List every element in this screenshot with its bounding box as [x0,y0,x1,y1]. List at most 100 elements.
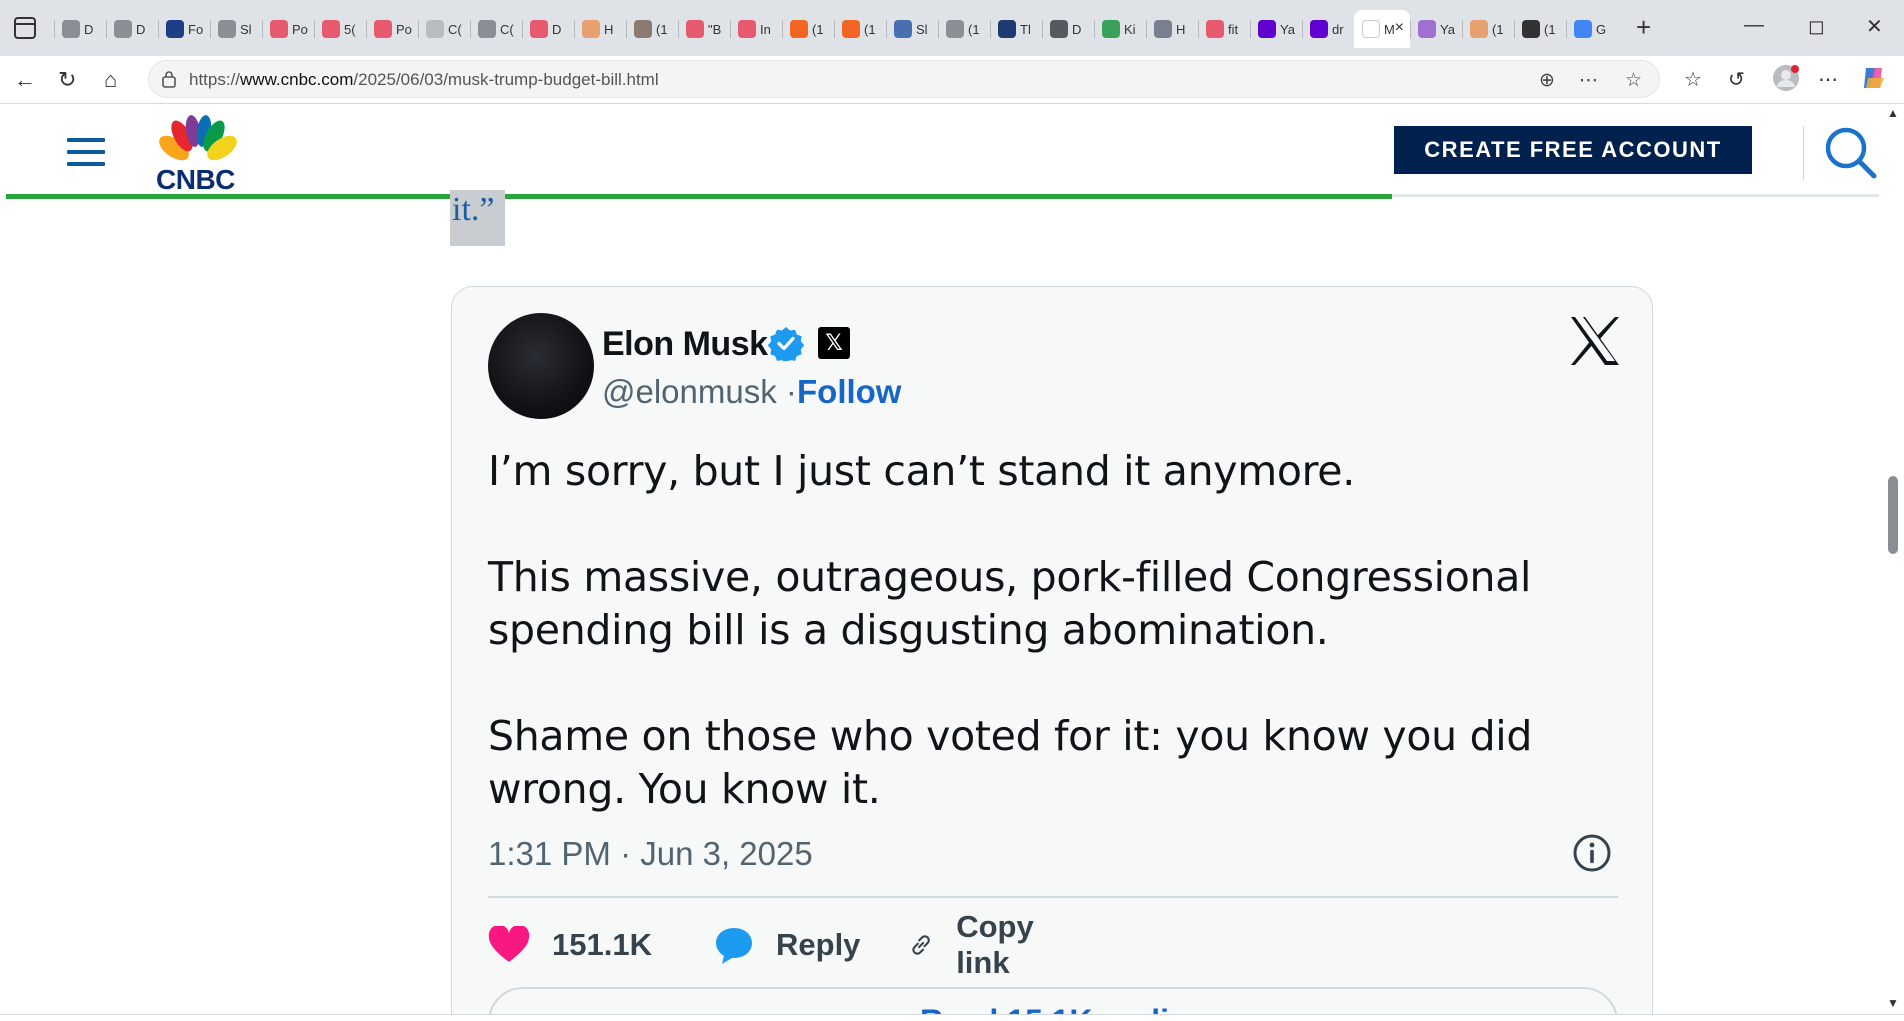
like-button[interactable]: 151.1K [488,915,652,975]
browser-tab[interactable]: D [54,10,106,48]
page-icon [582,20,600,38]
cnbc-logo[interactable]: CNBC [152,114,244,195]
scroll-down-arrow-icon[interactable]: ▼ [1887,996,1899,1010]
reply-button[interactable]: Reply [714,915,860,975]
browser-tab-label: C( [448,21,462,37]
reply-bubble-icon [716,928,752,964]
browser-tab-label: (1 [968,21,980,37]
browser-tab[interactable]: D [522,10,574,48]
substack-icon [790,20,808,38]
google-icon [1574,20,1592,38]
avatar[interactable] [488,313,594,419]
browser-tab-label: Ya [1280,21,1295,37]
fp-icon [1522,20,1540,38]
globe-icon [478,20,496,38]
browser-tab[interactable]: fit [1198,10,1250,48]
tweet-timestamp[interactable]: 1:31 PM · Jun 3, 2025 [488,835,813,873]
url-text[interactable]: https://www.cnbc.com/2025/06/03/musk-tru… [189,70,659,90]
profile-avatar[interactable] [1772,64,1800,98]
scroll-up-arrow-icon[interactable]: ▲ [1887,106,1899,120]
browser-tab[interactable]: Ya [1410,10,1462,48]
browser-tab-label: In [760,21,771,37]
browser-tab[interactable]: dr [1302,10,1354,48]
browser-tab[interactable]: Po [366,10,418,48]
globe-icon [218,20,236,38]
menu-icon[interactable] [67,138,105,166]
tab-actions-menu-icon[interactable] [14,17,36,39]
refresh-icon[interactable]: ↻ [58,68,76,92]
close-tab-icon[interactable]: × [1395,19,1404,37]
article-quote-fragment: it.” [450,190,505,246]
address-bar[interactable]: https://www.cnbc.com/2025/06/03/musk-tru… [148,60,1660,98]
browser-tab[interactable]: C( [418,10,470,48]
browser-tab[interactable]: "B [678,10,730,48]
browser-tab-label: D [84,21,94,37]
browser-tab-label: Po [396,21,412,37]
browser-tab-label: 5( [344,21,356,37]
zoom-icon[interactable]: ⊕ [1539,69,1555,92]
author-handle[interactable]: @elonmusk · [602,373,797,411]
browser-tab[interactable]: Sl [210,10,262,48]
x-affiliate-badge-icon: 𝕏 [818,327,850,359]
browser-tab[interactable]: D [106,10,158,48]
youtube-icon [270,20,288,38]
copy-link-button[interactable]: Copy link [908,909,1048,980]
minimize-button[interactable]: — [1744,14,1764,37]
scroll-thumb[interactable] [1888,476,1898,554]
home-icon[interactable]: ⌂ [104,68,117,92]
x-logo-icon[interactable] [1567,313,1623,369]
browser-tab-label: Fo [188,21,204,37]
browser-tab[interactable]: H [574,10,626,48]
header-divider [1803,126,1804,180]
reply-label: Reply [776,927,861,962]
browser-tab[interactable]: Sl [886,10,938,48]
copilot-icon[interactable] [1860,64,1888,98]
browser-tab[interactable]: C( [470,10,522,48]
new-tab-button[interactable]: + [1636,14,1651,40]
settings-more-icon[interactable]: ⋯ [1818,67,1838,92]
fox-news-icon [166,20,184,38]
yahoo-icon [1310,20,1328,38]
maximize-button[interactable]: ◻ [1808,14,1825,39]
search-icon[interactable] [1822,124,1878,180]
browser-tab[interactable]: (1 [938,10,990,48]
author-name[interactable]: Elon Musk [602,325,768,364]
browser-tab[interactable]: M × [1354,10,1410,48]
page-scrollbar[interactable]: ▲ ▼ [1881,104,1904,1014]
browser-tab-label: (1 [812,21,824,37]
back-arrow-icon[interactable]: ← [14,68,36,92]
browser-tab[interactable]: Ki [1094,10,1146,48]
tweet-text: I’m sorry, but I just can’t stand it any… [488,445,1608,869]
close-window-button[interactable]: ✕ [1866,14,1883,39]
browser-tab[interactable]: (1 [1462,10,1514,48]
history-icon[interactable]: ↺ [1728,67,1745,92]
create-free-account-button[interactable]: CREATE FREE ACCOUNT [1394,126,1752,174]
browser-tab[interactable]: D [1042,10,1094,48]
browser-tab[interactable]: H [1146,10,1198,48]
browser-tab-label: (1 [656,21,668,37]
browser-tab[interactable]: (1 [1514,10,1566,48]
substack-icon [842,20,860,38]
embedded-tweet[interactable]: Elon Musk 𝕏 @elonmusk · Follow I’m sorry… [451,286,1653,1021]
browser-tab[interactable]: In [730,10,782,48]
browser-tab-label: Tl [1020,21,1031,37]
browser-tab[interactable]: (1 [782,10,834,48]
follow-link[interactable]: Follow [797,373,901,411]
site-info-icon[interactable] [161,70,177,88]
browser-tab[interactable]: Tl [990,10,1042,48]
browser-tab[interactable]: (1 [626,10,678,48]
browser-tab[interactable]: (1 [834,10,886,48]
favorite-star-icon[interactable]: ☆ [1625,69,1642,92]
browser-tab[interactable]: G [1566,10,1618,48]
browser-tab[interactable]: Fo [158,10,210,48]
reading-view-icon[interactable]: ⋯ [1579,69,1598,92]
browser-tab[interactable]: Ya [1250,10,1302,48]
youtube-icon [530,20,548,38]
browser-tab[interactable]: Po [262,10,314,48]
window-bottom-edge [0,1014,1904,1021]
browser-tab[interactable]: 5( [314,10,366,48]
info-icon[interactable] [1572,833,1612,873]
link-icon [912,935,930,955]
tweet-paragraph: Shame on those who voted for it: you kno… [488,712,1533,813]
favorites-bar-icon[interactable]: ☆ [1684,67,1702,92]
